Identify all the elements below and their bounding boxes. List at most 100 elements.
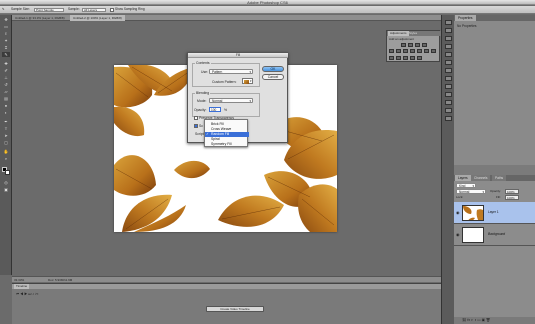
brush-icon[interactable]: ✐	[2, 68, 10, 73]
layer-comps-panel-icon[interactable]	[445, 116, 452, 121]
curves-icon[interactable]	[415, 43, 420, 47]
menu-item-cross-weave[interactable]: Cross Weave	[205, 127, 249, 132]
crop-icon[interactable]: ⌗	[2, 45, 10, 50]
color-panel-icon[interactable]	[445, 36, 452, 41]
ok-button[interactable]: OK	[262, 66, 284, 72]
layer-name[interactable]: Layer 1	[488, 210, 499, 214]
tab-timeline[interactable]: Timeline	[14, 284, 30, 289]
tool-presets-panel-icon[interactable]	[445, 100, 452, 105]
invert-icon[interactable]	[389, 56, 394, 60]
opacity-unit: %	[224, 108, 228, 112]
selective-color-icon[interactable]	[417, 56, 422, 60]
tab-styles[interactable]: Styles	[409, 31, 417, 36]
shape-icon[interactable]: ▢	[2, 140, 10, 145]
layer-opacity-input[interactable]: 100%	[505, 189, 519, 194]
layer-name[interactable]: Background	[488, 232, 505, 236]
photo-filter-icon[interactable]	[417, 49, 422, 53]
layers-panel: Layers Channels Paths Kind Normal Opacit…	[454, 175, 535, 324]
opacity-input[interactable]: 100	[209, 107, 221, 112]
show-sampling-ring-checkbox[interactable]	[110, 8, 114, 12]
levels-icon[interactable]	[408, 43, 413, 47]
path-select-icon[interactable]: ➤	[2, 133, 10, 138]
quick-select-icon[interactable]: ✦	[2, 38, 10, 43]
menu-item-brick-fill[interactable]: Brick Fill	[205, 122, 249, 127]
dodge-icon[interactable]: ◐	[2, 110, 10, 115]
use-select[interactable]: Pattern	[209, 69, 253, 75]
info-panel-icon[interactable]	[445, 76, 452, 81]
tab-properties[interactable]: Properties	[455, 15, 476, 21]
threshold-icon[interactable]	[403, 56, 408, 60]
timeline-panel: Timeline ⏮ ◀ ▶ ⏭ ♪ ✂ Create Video Timeli…	[12, 283, 441, 324]
brush-panel-icon[interactable]	[445, 52, 452, 57]
eyedropper-icon[interactable]: ✎	[2, 52, 10, 57]
tab-adjustments[interactable]: Adjustments	[388, 31, 409, 36]
paragraph-panel-icon[interactable]	[445, 68, 452, 73]
right-panel-column: Properties No Properties Layers Channels…	[454, 15, 535, 324]
document-tab[interactable]: Untitled-1 @ 33.3% (Layer 1, RGB/8)	[12, 15, 68, 21]
blur-icon[interactable]: ●	[2, 103, 10, 108]
clone-source-panel-icon[interactable]	[445, 108, 452, 113]
sample-size-select[interactable]: Point Sample	[34, 7, 64, 12]
clone-stamp-icon[interactable]: ⊥	[2, 75, 10, 80]
layer-thumbnail	[462, 227, 484, 243]
color-lookup-icon[interactable]	[431, 49, 436, 53]
custom-pattern-picker[interactable]: ▾	[242, 78, 253, 84]
pen-icon[interactable]: ✒	[2, 119, 10, 124]
tab-paths[interactable]: Paths	[492, 175, 507, 181]
history-brush-icon[interactable]: ↺	[2, 82, 10, 87]
timeline-controls-icon[interactable]: ⏮ ◀ ▶ ⏭ ♪ ✂	[16, 292, 39, 296]
exposure-icon[interactable]	[422, 43, 427, 47]
brightness-icon[interactable]	[401, 43, 406, 47]
layer-filter-select[interactable]: Kind	[456, 183, 476, 188]
sample-select[interactable]: All Layers	[82, 7, 106, 12]
swatches-panel-icon[interactable]	[445, 44, 452, 49]
layer-row[interactable]: ◉ Background	[454, 224, 535, 246]
hand-icon[interactable]: ✋	[2, 149, 10, 154]
histogram-panel-icon[interactable]	[445, 92, 452, 97]
gradient-map-icon[interactable]	[410, 56, 415, 60]
channel-mixer-icon[interactable]	[424, 49, 429, 53]
character-panel-icon[interactable]	[445, 60, 452, 65]
marquee-icon[interactable]: ▭	[2, 24, 10, 29]
menu-item-random-fill[interactable]: Random Fill	[205, 132, 249, 137]
hue-saturation-icon[interactable]	[396, 49, 401, 53]
tab-channels[interactable]: Channels	[471, 175, 491, 181]
lasso-icon[interactable]: ℓ	[2, 31, 10, 36]
zoom-icon[interactable]: ⌕	[2, 156, 10, 161]
mode-select[interactable]: Normal	[209, 98, 253, 104]
black-white-icon[interactable]	[410, 49, 415, 53]
type-icon[interactable]: T	[2, 126, 10, 131]
blend-mode-select[interactable]: Normal	[456, 189, 486, 194]
actions-panel-icon[interactable]	[445, 28, 452, 33]
scripted-patterns-checkbox[interactable]	[194, 124, 198, 128]
opacity-label: Opacity:	[194, 108, 207, 112]
menu-item-spiral[interactable]: Spiral	[205, 137, 249, 142]
layer-fill-input[interactable]: 100%	[505, 195, 519, 200]
color-balance-icon[interactable]	[403, 49, 408, 53]
healing-icon[interactable]: ✚	[2, 61, 10, 66]
move-icon[interactable]: ✥	[2, 17, 10, 22]
layer-row[interactable]: ◉ Layer 1	[454, 202, 535, 224]
eye-icon[interactable]: ◉	[456, 232, 460, 237]
gradient-icon[interactable]: ▤	[2, 96, 10, 101]
create-video-timeline-button[interactable]: Create Video Timeline	[206, 306, 264, 312]
cancel-button[interactable]: Cancel	[262, 74, 284, 80]
background-color-swatch[interactable]	[5, 170, 10, 175]
vibrance-icon[interactable]	[389, 49, 394, 53]
quick-mask-icon[interactable]: ◎	[2, 180, 10, 185]
history-panel-icon[interactable]	[445, 20, 452, 25]
screen-mode-icon[interactable]: ▣	[2, 187, 10, 192]
show-sampling-ring-label: Show Sampling Ring	[115, 7, 145, 11]
layer-actions-icons[interactable]: ⛓ fx ◐ ◑ ▭ ▣ 🗑	[462, 317, 490, 324]
eye-icon[interactable]: ◉	[456, 210, 460, 215]
posterize-icon[interactable]	[396, 56, 401, 60]
tab-layers[interactable]: Layers	[455, 175, 471, 181]
options-bar: ✎ Sample Size: Point Sample Sample: All …	[0, 6, 535, 14]
eyedropper-tool-icon[interactable]: ✎	[2, 7, 5, 12]
status-bar: 33.33% Doc: 5.93M/11.9M	[12, 276, 441, 282]
navigator-panel-icon[interactable]	[445, 84, 452, 89]
preserve-transparency-checkbox[interactable]	[194, 116, 198, 120]
menu-item-symmetry-fill[interactable]: Symmetry Fill	[205, 142, 249, 147]
document-tab-active[interactable]: Untitled-2 @ 100% (Layer 1, RGB/8)	[70, 15, 125, 21]
eraser-icon[interactable]: ▱	[2, 89, 10, 94]
